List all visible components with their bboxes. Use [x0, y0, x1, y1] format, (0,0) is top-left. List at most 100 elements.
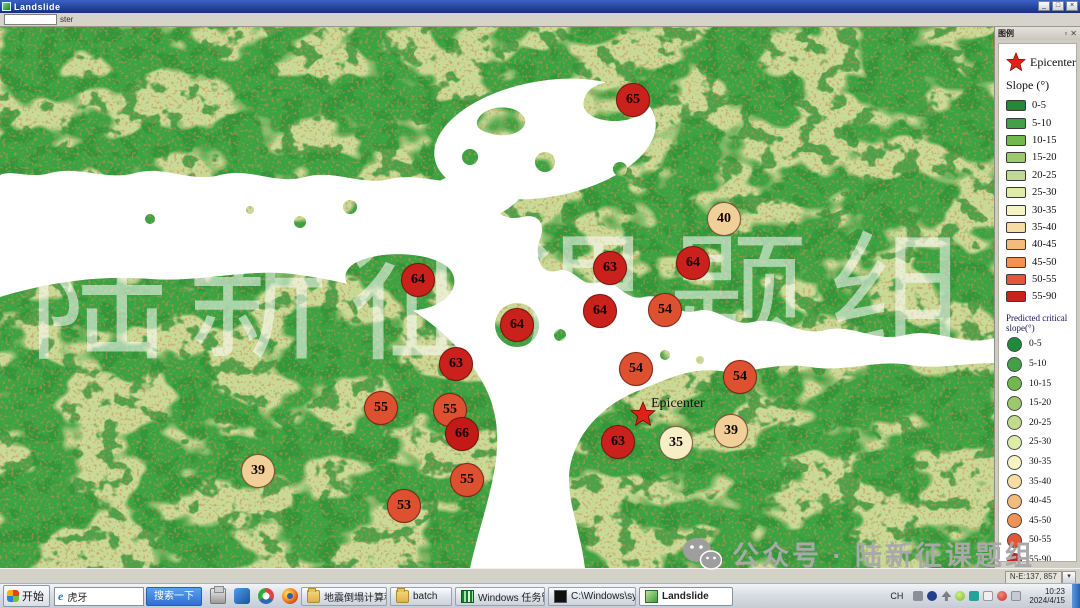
slope-legend-row: 30-35 [1006, 201, 1076, 218]
powershell-icon[interactable] [234, 588, 250, 604]
pin-icon[interactable]: ▫ [1064, 29, 1067, 38]
slope-marker: 64 [401, 263, 435, 297]
predicted-legend-row: 25-30 [1006, 433, 1076, 453]
predicted-legend-row: 0-5 [1006, 335, 1076, 355]
folder-icon [396, 587, 409, 603]
close-button[interactable]: × [1066, 1, 1078, 11]
slope-marker: 40 [707, 202, 741, 236]
taskbar-button[interactable]: Landslide [639, 586, 733, 606]
predicted-swatch [1007, 376, 1022, 392]
slope-marker: 39 [241, 454, 275, 488]
slope-marker: 54 [723, 360, 757, 394]
slope-label: 10-15 [1032, 134, 1057, 146]
search-input[interactable]: e 虎牙 [54, 586, 144, 606]
start-button-label: 开始 [22, 591, 44, 603]
taskbar-buttons: 地震倒塌计算程序... batch Windows 任务管理器 C:\Windows\… [298, 586, 733, 606]
map-canvas[interactable] [0, 27, 1080, 568]
predicted-swatch [1007, 513, 1022, 529]
maximize-button[interactable]: □ [1052, 1, 1064, 11]
clock-date: 2024/4/15 [1029, 596, 1065, 605]
predicted-label: 40-45 [1029, 496, 1052, 507]
command-prompt-icon [554, 589, 567, 603]
window-controls: _ □ × [1038, 1, 1078, 11]
slope-swatch [1006, 187, 1026, 199]
slope-label: 50-55 [1032, 274, 1057, 286]
printer-icon[interactable] [210, 586, 226, 604]
predicted-legend-row: 10-15 [1006, 374, 1076, 394]
bottom-watermark-text: 公众号 · 陆新征课题组 [732, 541, 1035, 571]
predicted-legend-list: 0-5 5-10 10-15 15-20 20-25 25-30 30-35 35-40 40-… [1006, 335, 1076, 561]
firefox-icon[interactable] [282, 588, 298, 604]
slope-swatch [1006, 221, 1026, 233]
start-button[interactable]: 开始 [3, 585, 50, 607]
slope-marker: 64 [500, 308, 534, 342]
predicted-label: 5-10 [1029, 359, 1047, 370]
search-button[interactable]: 搜索一下 [146, 586, 202, 606]
legend-panel-title: 图例 [998, 29, 1014, 38]
slope-marker: 63 [439, 347, 473, 381]
slope-marker: 55 [450, 463, 484, 497]
toolbar-label: ster [60, 15, 74, 24]
network-tray-icon[interactable] [913, 591, 924, 601]
taskbar-button[interactable]: Windows 任务管理器 [455, 586, 545, 606]
close-panel-icon[interactable]: ✕ [1070, 29, 1077, 38]
slope-legend-row: 5-10 [1006, 114, 1076, 131]
usb-tray-icon[interactable] [941, 591, 952, 601]
slope-swatch [1006, 152, 1026, 164]
taskbar-quicklaunch [202, 586, 298, 604]
predicted-swatch [1007, 434, 1022, 450]
predicted-title-line2: slope(°) [1006, 322, 1035, 333]
slope-legend-row: 10-15 [1006, 132, 1076, 149]
display-tray-icon[interactable] [1011, 591, 1022, 601]
globe-tray-icon[interactable] [927, 591, 938, 601]
toolbar-combobox[interactable] [4, 14, 57, 25]
minimize-button[interactable]: _ [1038, 1, 1050, 11]
window-title: Landslide [14, 1, 61, 12]
slope-label: 55-90 [1032, 291, 1057, 303]
security-green-tray-icon[interactable] [955, 591, 966, 601]
landslide-icon [645, 589, 658, 603]
flag-tray-icon[interactable] [983, 591, 994, 601]
slope-marker: 54 [619, 352, 653, 386]
predicted-label: 0-5 [1029, 339, 1042, 350]
predicted-label: 45-50 [1029, 515, 1052, 526]
bottom-watermark: 公众号 · 陆新征课题组 [682, 534, 1035, 573]
taskbar-button[interactable]: C:\Windows\syste... [548, 586, 636, 606]
teal-app-tray-icon[interactable] [969, 591, 980, 601]
slope-legend-row: 40-45 [1006, 236, 1076, 253]
slope-marker: 39 [714, 414, 748, 448]
predicted-swatch [1007, 454, 1022, 470]
slope-legend-row: 55-90 [1006, 288, 1076, 305]
slope-marker: 63 [601, 425, 635, 459]
slope-label: 5-10 [1032, 117, 1052, 129]
slope-legend-row: 45-50 [1006, 254, 1076, 271]
legend-panel-header: 图例 ▫ ✕ [995, 27, 1080, 40]
slope-legend-row: 15-20 [1006, 149, 1076, 166]
color-rings-icon[interactable] [258, 588, 274, 604]
predicted-title-line1: Predicted critical [1006, 312, 1068, 323]
tray-clock[interactable]: 10:23 2024/4/15 [1029, 587, 1065, 605]
taskbar-button[interactable]: batch [390, 586, 452, 606]
predicted-swatch [1007, 474, 1022, 490]
language-indicator[interactable]: CH [890, 591, 903, 601]
taskbar-button[interactable]: 地震倒塌计算程序... [301, 586, 387, 606]
ie-icon: e [58, 588, 64, 603]
slope-label: 20-25 [1032, 169, 1057, 181]
title-bar: Landslide [0, 0, 1080, 13]
epicenter-legend-icon [1006, 51, 1027, 72]
slope-marker: 66 [445, 417, 479, 451]
show-desktop-button[interactable] [1072, 583, 1080, 608]
slope-label: 25-30 [1032, 187, 1057, 199]
folder-icon [307, 587, 320, 603]
legend-panel: 图例 ▫ ✕ Epicenter Slope (°) 0-5 5-10 10-15 1… [994, 27, 1080, 568]
predicted-label: 20-25 [1029, 417, 1052, 428]
slope-swatch [1006, 117, 1026, 129]
slope-label: 15-20 [1032, 152, 1057, 164]
predicted-swatch [1007, 336, 1022, 352]
taskbar: 开始 e 虎牙 搜索一下 地震倒塌计算程序... batch Windows 任务管… [0, 583, 1080, 608]
predicted-swatch [1007, 395, 1022, 411]
red-app-tray-icon[interactable] [997, 591, 1008, 601]
slope-legend-row: 50-55 [1006, 271, 1076, 288]
predicted-legend-row: 35-40 [1006, 472, 1076, 492]
predicted-swatch [1007, 415, 1022, 431]
